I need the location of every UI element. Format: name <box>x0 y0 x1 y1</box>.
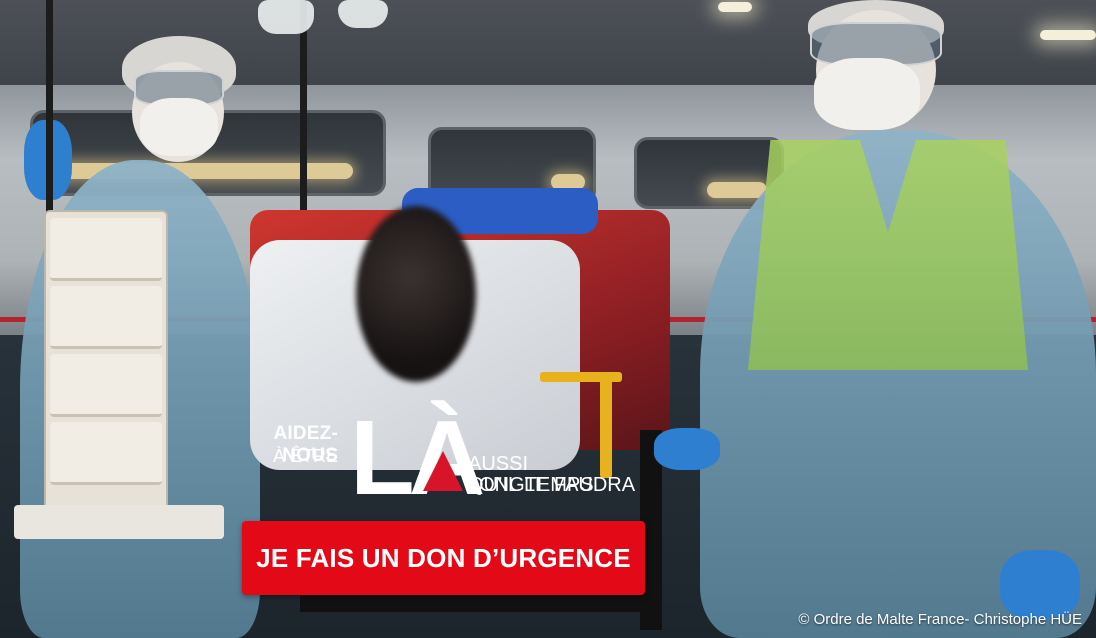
patient-head-blurred <box>356 206 476 382</box>
slogan-line-a-etre: À ÊTRE <box>272 446 338 466</box>
ceiling-light <box>1040 30 1096 40</box>
right-medic-glove <box>654 428 720 470</box>
pump-unit <box>50 422 162 485</box>
pump-unit <box>50 286 162 349</box>
donation-banner: AIDEZ-NOUS À ÊTRE LÀ AUSSI LONGTEMPS QU’… <box>0 0 1096 638</box>
slogan-line-quil-le-faudra: QU’IL LE FAUDRA <box>468 474 636 496</box>
window-light <box>707 182 767 198</box>
iv-pole <box>46 0 53 220</box>
pump-unit <box>50 354 162 417</box>
iv-bag <box>258 0 314 34</box>
emergency-donate-button[interactable]: JE FAIS UN DON D’URGENCE <box>242 521 645 595</box>
right-medic-mask <box>814 58 920 130</box>
photo-credit: © Ordre de Malte France- Christophe HÜE <box>798 611 1082 628</box>
pump-unit <box>50 218 162 281</box>
red-accent-mark <box>423 451 463 491</box>
slogan: AIDEZ-NOUS À ÊTRE LÀ AUSSI LONGTEMPS QU’… <box>220 405 650 527</box>
infusion-pumps <box>44 210 168 514</box>
pump-base <box>14 505 224 539</box>
iv-bag <box>338 0 388 28</box>
left-medic-mask <box>140 98 218 156</box>
ceiling-light <box>718 2 752 12</box>
right-medic-glove <box>1000 550 1080 620</box>
